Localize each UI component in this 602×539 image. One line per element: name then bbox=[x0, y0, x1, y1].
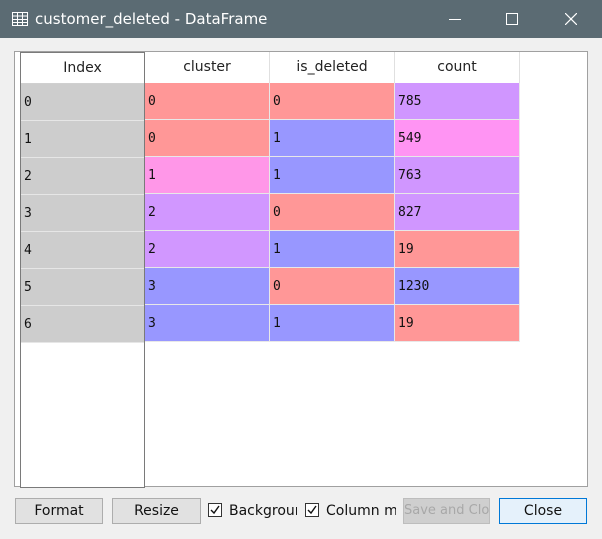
column-header[interactable]: cluster bbox=[145, 52, 270, 83]
window-title: customer_deleted - DataFrame bbox=[35, 10, 268, 28]
index-cell[interactable]: 4 bbox=[21, 232, 144, 269]
table-cell[interactable]: 827 bbox=[395, 194, 520, 231]
table-cell[interactable]: 1230 bbox=[395, 268, 520, 305]
table-cell[interactable]: 19 bbox=[395, 231, 520, 268]
table-cell[interactable]: 1 bbox=[270, 231, 395, 268]
index-cell[interactable]: 1 bbox=[21, 121, 144, 158]
table-cell[interactable]: 549 bbox=[395, 120, 520, 157]
maximize-icon bbox=[506, 13, 518, 25]
dataframe-view[interactable]: Index 0123456 cluster is_deleted count 0 0 78… bbox=[14, 51, 588, 488]
table-cell[interactable]: 19 bbox=[395, 305, 520, 342]
checkmark-icon bbox=[210, 505, 220, 515]
close-icon bbox=[565, 13, 577, 25]
table-icon bbox=[12, 12, 28, 26]
index-cell[interactable]: 5 bbox=[21, 269, 144, 306]
table-cell[interactable]: 1 bbox=[270, 120, 395, 157]
table-cell[interactable]: 0 bbox=[270, 194, 395, 231]
table-cell[interactable]: 0 bbox=[270, 83, 395, 120]
index-cell[interactable]: 0 bbox=[21, 84, 144, 121]
table-cell[interactable]: 3 bbox=[145, 268, 270, 305]
minimize-button[interactable] bbox=[432, 0, 478, 38]
index-cell[interactable]: 2 bbox=[21, 158, 144, 195]
resize-button[interactable]: Resize bbox=[112, 498, 201, 524]
title-bar: customer_deleted - DataFrame bbox=[0, 0, 602, 38]
close-button[interactable]: Close bbox=[499, 498, 587, 524]
index-column: Index 0123456 bbox=[20, 52, 145, 488]
column-header[interactable]: count bbox=[395, 52, 520, 83]
checkbox-box[interactable] bbox=[208, 503, 222, 517]
table-cell[interactable]: 1 bbox=[145, 157, 270, 194]
maximize-button[interactable] bbox=[489, 0, 535, 38]
index-cell[interactable]: 3 bbox=[21, 195, 144, 232]
table-cell[interactable]: 1 bbox=[270, 157, 395, 194]
close-window-button[interactable] bbox=[548, 0, 594, 38]
column-header[interactable]: is_deleted bbox=[270, 52, 395, 83]
minimize-icon bbox=[449, 19, 461, 20]
save-and-close-button: Save and Close bbox=[403, 498, 490, 524]
table-cell[interactable]: 0 bbox=[145, 83, 270, 120]
index-cell[interactable]: 6 bbox=[21, 306, 144, 343]
table-cell[interactable]: 0 bbox=[270, 268, 395, 305]
index-header[interactable]: Index bbox=[21, 53, 144, 84]
column-min-max-checkbox[interactable]: Column min/max bbox=[304, 500, 396, 522]
data-grid[interactable]: cluster is_deleted count 0 0 785 0 1 549 1 1 763 2 0 8… bbox=[145, 52, 520, 352]
checkbox-label: Column min/max bbox=[326, 503, 396, 519]
table-cell[interactable]: 3 bbox=[145, 305, 270, 342]
table-cell[interactable]: 2 bbox=[145, 231, 270, 268]
format-button[interactable]: Format bbox=[15, 498, 103, 524]
background-color-checkbox[interactable]: Background color bbox=[207, 500, 297, 522]
table-cell[interactable]: 0 bbox=[145, 120, 270, 157]
table-cell[interactable]: 2 bbox=[145, 194, 270, 231]
table-cell[interactable]: 763 bbox=[395, 157, 520, 194]
table-cell[interactable]: 785 bbox=[395, 83, 520, 120]
table-cell[interactable]: 1 bbox=[270, 305, 395, 342]
checkbox-box[interactable] bbox=[305, 503, 319, 517]
checkbox-label: Background color bbox=[229, 503, 297, 519]
checkmark-icon bbox=[307, 505, 317, 515]
